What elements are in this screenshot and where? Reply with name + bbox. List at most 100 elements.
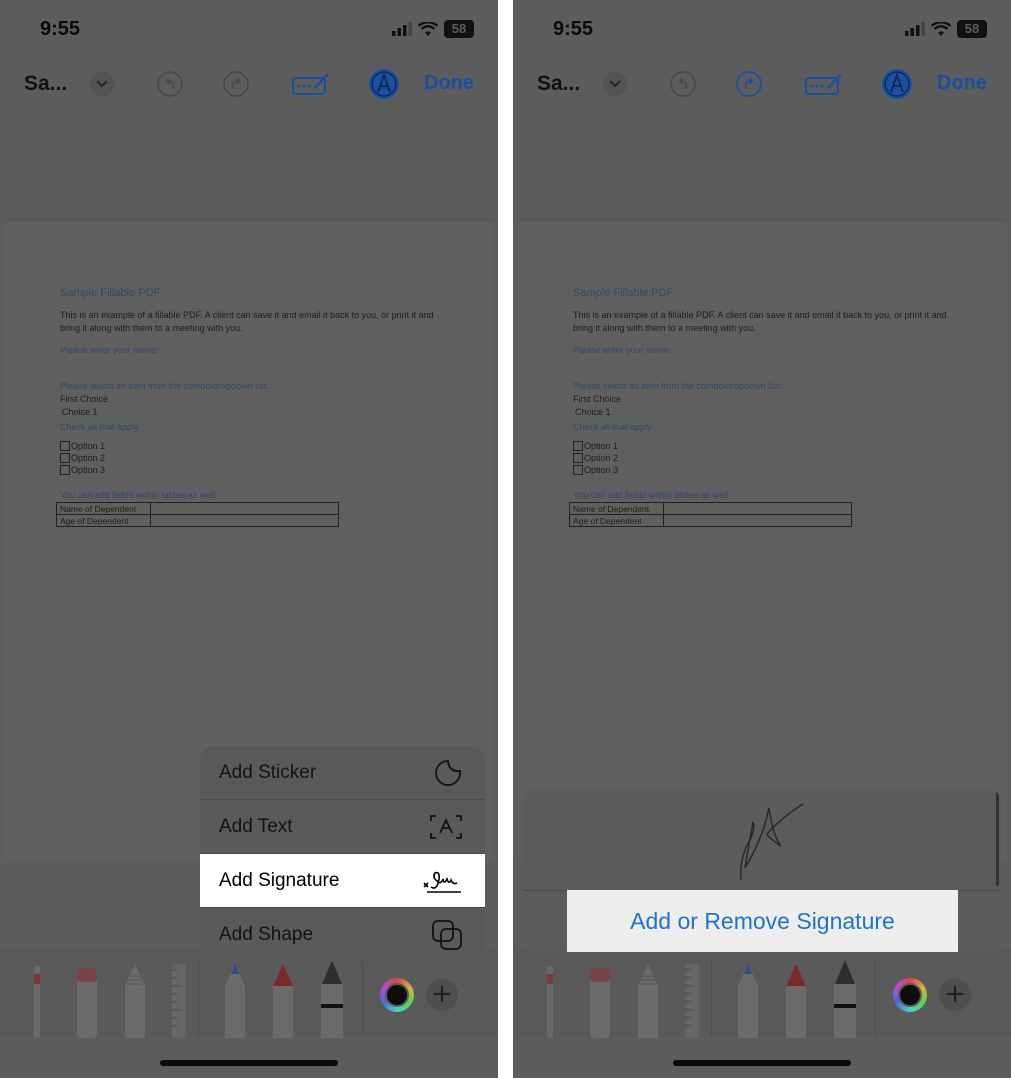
eraser-tool-icon[interactable] xyxy=(543,966,557,1038)
option-3-label: Option 3 xyxy=(584,465,619,475)
saved-signature[interactable] xyxy=(729,798,809,884)
undo-button[interactable] xyxy=(669,70,697,98)
cellular-signal-icon xyxy=(392,22,412,36)
tool-separator xyxy=(362,958,363,1036)
status-icons: 58 xyxy=(905,20,987,38)
ruler-tool-icon[interactable] xyxy=(168,964,186,1038)
pencil-tool-icon[interactable] xyxy=(122,964,148,1038)
status-time: 9:55 xyxy=(553,18,594,40)
option-2-checkbox[interactable] xyxy=(573,453,583,463)
redo-icon xyxy=(736,71,762,97)
done-button[interactable]: Done xyxy=(937,72,987,95)
add-or-remove-signature-button[interactable]: Add or Remove Signature xyxy=(567,890,958,952)
scrollbar[interactable] xyxy=(996,792,999,886)
selected-color-swatch xyxy=(385,983,409,1007)
markup-toolbar: Sa... Done xyxy=(0,62,498,108)
document-title[interactable]: Sa... xyxy=(24,72,67,96)
check-prompt: Check all that apply: xyxy=(573,422,655,432)
title-menu-button[interactable] xyxy=(603,72,627,96)
status-bar: 9:55 58 xyxy=(0,0,498,60)
name-of-dependent-field[interactable] xyxy=(150,502,339,515)
markup-pen-button[interactable] xyxy=(881,68,913,100)
menu-item-add-shape[interactable]: Add Shape xyxy=(200,908,485,962)
redo-button[interactable] xyxy=(735,70,763,98)
home-indicator xyxy=(160,1060,338,1066)
home-indicator xyxy=(673,1060,851,1066)
ruler-tool-icon[interactable] xyxy=(681,964,699,1038)
chevron-down-icon xyxy=(96,80,108,88)
wifi-icon xyxy=(931,21,951,36)
option-2-row[interactable]: Option 2 xyxy=(60,452,480,464)
markup-pen-button[interactable] xyxy=(368,68,400,100)
pdf-title: Sample Fillable PDF xyxy=(60,287,161,299)
pencil-tool-icon[interactable] xyxy=(635,964,661,1038)
table-cell-label: Age of Dependent xyxy=(56,514,151,527)
table-row: Name of Dependent xyxy=(569,502,852,515)
color-picker-button[interactable] xyxy=(380,978,414,1012)
option-1-row[interactable]: Option 1 xyxy=(60,440,480,452)
table-row: Age of Dependent xyxy=(56,514,339,527)
table-cell-label: Name of Dependent xyxy=(569,502,664,515)
choice-dropdown[interactable]: Choice 1 xyxy=(60,407,480,417)
option-1-checkbox[interactable] xyxy=(573,441,583,451)
add-button[interactable]: + xyxy=(426,979,458,1011)
name-prompt: Please enter your name: xyxy=(60,345,159,355)
first-choice-label: First Choice xyxy=(573,394,622,404)
menu-item-add-signature[interactable]: Add Signature xyxy=(200,854,485,908)
eraser-tool-icon[interactable] xyxy=(30,966,44,1038)
status-time: 9:55 xyxy=(40,18,81,40)
option-3-checkbox[interactable] xyxy=(60,465,70,475)
option-2-row[interactable]: Option 2 xyxy=(573,452,993,464)
red-crayon-tool-icon[interactable] xyxy=(783,964,809,1038)
fountain-pen-tool-icon[interactable] xyxy=(318,960,346,1038)
option-1-checkbox[interactable] xyxy=(60,441,70,451)
pen-tool-icon[interactable] xyxy=(587,966,613,1038)
menu-item-label: Add Sticker xyxy=(219,761,317,783)
combo-prompt: Please select an item from the combo/dro… xyxy=(573,381,782,391)
option-1-label: Option 1 xyxy=(71,441,106,451)
option-3-row[interactable]: Option 3 xyxy=(60,464,480,476)
fountain-pen-tool-icon[interactable] xyxy=(831,960,859,1038)
pdf-content: Sample Fillable PDF This is an example o… xyxy=(569,287,993,527)
form-fill-icon xyxy=(805,73,842,95)
option-3-row[interactable]: Option 3 xyxy=(573,464,993,476)
markup-pen-icon xyxy=(882,69,912,99)
option-2-checkbox[interactable] xyxy=(60,453,70,463)
battery-indicator: 58 xyxy=(957,20,987,38)
undo-button[interactable] xyxy=(156,70,184,98)
blue-marker-tool-icon[interactable] xyxy=(222,964,248,1038)
name-of-dependent-field[interactable] xyxy=(663,502,852,515)
sticker-icon xyxy=(435,759,461,786)
document-title[interactable]: Sa... xyxy=(537,72,580,96)
redo-button[interactable] xyxy=(222,70,250,98)
add-button[interactable]: + xyxy=(939,979,971,1011)
done-button[interactable]: Done xyxy=(424,72,474,95)
option-3-checkbox[interactable] xyxy=(573,465,583,475)
drawing-tools-palette: + xyxy=(513,950,1011,1038)
title-menu-button[interactable] xyxy=(90,72,114,96)
option-1-row[interactable]: Option 1 xyxy=(573,440,993,452)
redo-icon xyxy=(223,71,249,97)
form-fill-button[interactable] xyxy=(291,70,331,98)
battery-indicator: 58 xyxy=(444,20,474,38)
undo-icon xyxy=(157,71,183,97)
option-3-label: Option 3 xyxy=(71,465,106,475)
status-bar: 9:55 58 xyxy=(513,0,1011,60)
pdf-title: Sample Fillable PDF xyxy=(573,287,674,299)
age-of-dependent-field[interactable] xyxy=(663,514,852,527)
red-crayon-tool-icon[interactable] xyxy=(270,964,296,1038)
menu-item-add-sticker[interactable]: Add Sticker xyxy=(200,746,485,800)
blue-marker-tool-icon[interactable] xyxy=(735,964,761,1038)
add-menu: Add Sticker Add Text Add Signature Add S… xyxy=(200,746,485,962)
choice-dropdown[interactable]: Choice 1 xyxy=(573,407,993,417)
selected-color-swatch xyxy=(898,983,922,1007)
form-fill-button[interactable] xyxy=(804,70,844,98)
checkbox-list: Option 1 Option 2 Option 3 xyxy=(60,440,480,476)
checkbox-list: Option 1 Option 2 Option 3 xyxy=(573,440,993,476)
pen-tool-icon[interactable] xyxy=(74,966,100,1038)
table-row: Name of Dependent xyxy=(56,502,339,515)
color-picker-button[interactable] xyxy=(893,978,927,1012)
menu-item-add-text[interactable]: Add Text xyxy=(200,800,485,854)
pdf-page: Sample Fillable PDF This is an example o… xyxy=(517,220,1007,860)
age-of-dependent-field[interactable] xyxy=(150,514,339,527)
